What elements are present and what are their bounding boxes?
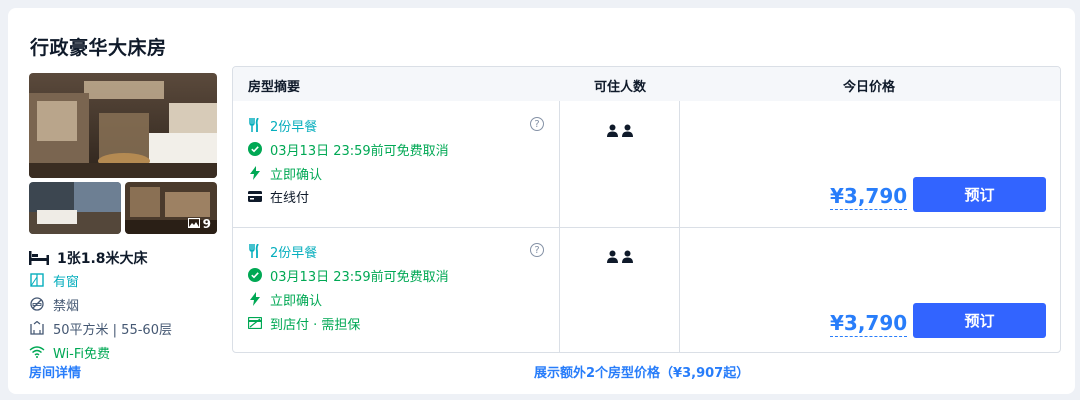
cancel-policy: 03月13日 23:59前可免费取消 <box>248 266 449 285</box>
person-icon <box>622 122 633 141</box>
confirm-info: 立即确认 <box>248 290 323 309</box>
price[interactable]: ¥3,790 <box>830 312 908 337</box>
bed-label: 1张1.8米大床 <box>57 251 148 267</box>
area-label: 50平方米 | 55-60层 <box>53 322 172 338</box>
person-icon <box>607 122 618 141</box>
payment-info: 到店付 · 需担保 <box>248 314 361 333</box>
room-photo-thumb[interactable] <box>29 182 121 234</box>
smoking-info: 禁烟 <box>29 295 80 314</box>
breakfast-label: 2份早餐 <box>270 119 318 135</box>
pay-at-hotel-icon <box>248 316 262 330</box>
area-info: 50平方米 | 55-60层 <box>29 319 172 338</box>
confirm-label: 立即确认 <box>270 293 323 309</box>
table-header: 房型摘要 可住人数 今日价格 <box>233 67 1060 101</box>
payment-label: 到店付 · 需担保 <box>270 317 361 333</box>
guest-count <box>607 248 633 267</box>
rate-table: 房型摘要 可住人数 今日价格 2份早餐 ? 03月13日 23:59前可免费取消 <box>232 66 1061 353</box>
photo-count: 9 <box>187 217 211 231</box>
confirm-label: 立即确认 <box>270 167 323 183</box>
price[interactable]: ¥3,790 <box>830 185 908 210</box>
breakfast-info: 2份早餐 <box>248 242 318 261</box>
cancel-label: 03月13日 23:59前可免费取消 <box>270 269 449 285</box>
header-price: 今日价格 <box>843 80 896 95</box>
header-guests: 可住人数 <box>594 80 647 95</box>
room-card: 行政豪华大床房 9 1张1.8米大床 有窗 禁烟 50平方米 | 55-60层 … <box>8 8 1075 394</box>
window-label: 有窗 <box>53 274 80 290</box>
person-icon <box>622 248 633 267</box>
guest-count <box>607 122 633 141</box>
payment-label: 在线付 <box>270 190 310 206</box>
bed-info: 1张1.8米大床 <box>29 249 148 267</box>
room-photo-main[interactable] <box>29 73 217 178</box>
wifi-info: Wi-Fi免费 <box>29 343 111 362</box>
image-icon <box>187 217 200 231</box>
wifi-label: Wi-Fi免费 <box>53 346 111 362</box>
lightning-icon <box>248 292 262 306</box>
rate-row: 2份早餐 ? 03月13日 23:59前可免费取消 立即确认 到店付 · 需担保 <box>233 227 1060 352</box>
check-circle-icon <box>248 268 262 282</box>
lightning-icon <box>248 166 262 180</box>
check-circle-icon <box>248 142 262 156</box>
rate-row: 2份早餐 ? 03月13日 23:59前可免费取消 立即确认 在线付 ¥3,79… <box>233 101 1060 227</box>
card-icon <box>248 189 262 203</box>
breakfast-info: 2份早餐 <box>248 116 318 135</box>
book-button[interactable]: 预订 <box>913 177 1046 212</box>
book-button[interactable]: 预订 <box>913 303 1046 338</box>
room-detail-link[interactable]: 房间详情 <box>29 362 81 381</box>
photo-count-label: 9 <box>202 217 211 231</box>
show-more-rates-link[interactable]: 展示额外2个房型价格（¥3,907起） <box>534 362 749 381</box>
cancel-policy: 03月13日 23:59前可免费取消 <box>248 140 449 159</box>
window-info: 有窗 <box>29 271 80 290</box>
bed-icon <box>29 250 49 266</box>
window-icon <box>29 272 45 288</box>
header-summary: 房型摘要 <box>248 80 301 95</box>
person-icon <box>607 248 618 267</box>
cutlery-icon <box>248 244 262 258</box>
wifi-icon <box>29 344 45 360</box>
smoking-label: 禁烟 <box>53 298 80 314</box>
breakfast-label: 2份早餐 <box>270 245 318 261</box>
help-icon[interactable]: ? <box>530 243 544 257</box>
cutlery-icon <box>248 118 262 132</box>
payment-info: 在线付 <box>248 187 310 206</box>
room-title: 行政豪华大床房 <box>30 37 167 59</box>
confirm-info: 立即确认 <box>248 164 323 183</box>
room-photo-thumb-more[interactable]: 9 <box>125 182 217 234</box>
help-icon[interactable]: ? <box>530 117 544 131</box>
no-smoking-icon <box>29 296 45 312</box>
cancel-label: 03月13日 23:59前可免费取消 <box>270 143 449 159</box>
area-icon <box>29 320 45 336</box>
